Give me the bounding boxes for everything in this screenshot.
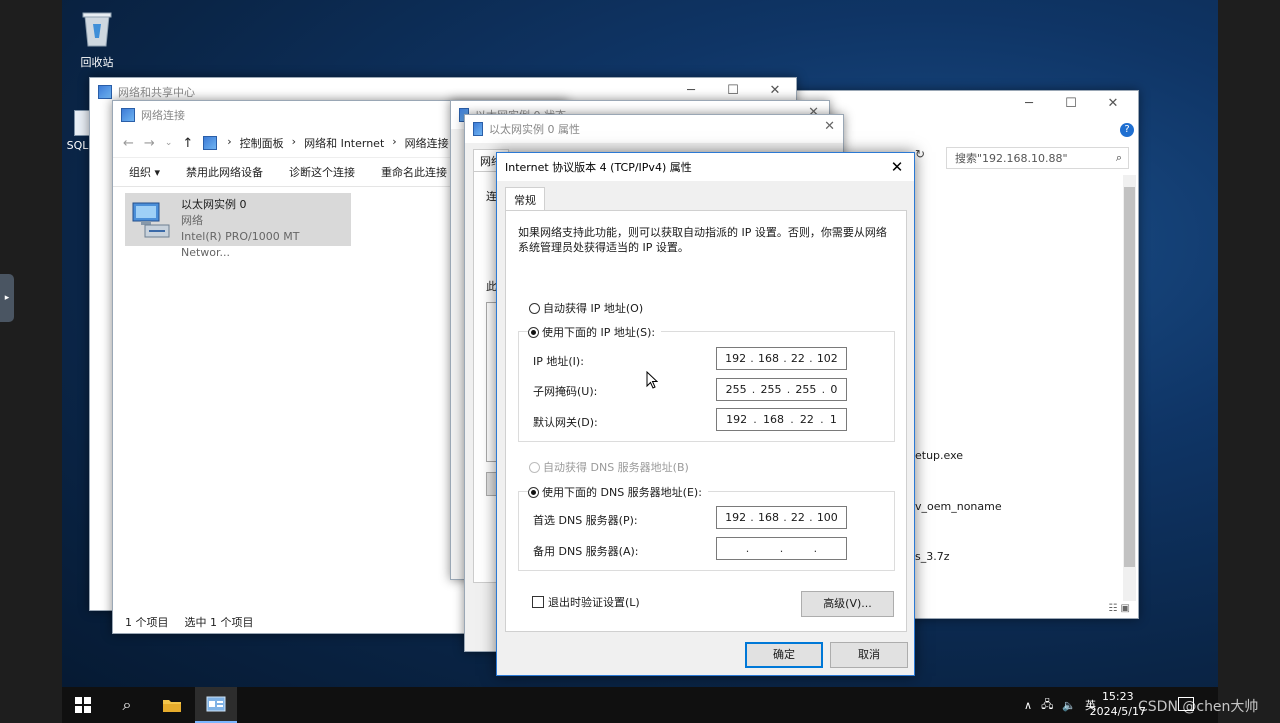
recycle-bin-icon [62,8,132,51]
close-icon[interactable]: ✕ [886,156,908,178]
ethernet-icon [473,122,483,136]
search-icon: ⌕ [1115,151,1122,164]
network-status-icon[interactable]: 🖧 [1041,696,1053,715]
manual-ip-label: 使用下面的 IP 地址(S): [542,326,656,339]
window-title: 网络连接 [141,109,185,122]
file-item[interactable]: s_3.7z [915,550,950,563]
rename-button[interactable]: 重命名此连接 [381,164,447,180]
checkbox-unchecked-icon [532,596,544,608]
ipv4-properties-dialog[interactable]: Internet 协议版本 4 (TCP/IPv4) 属性 ✕ 常规 如果网络支… [496,152,915,676]
mouse-cursor-icon [646,370,659,392]
ok-button[interactable]: 确定 [745,642,823,668]
minimize-icon[interactable]: ─ [1008,91,1050,117]
ip-address-field[interactable]: 192. 168. 22. 102 [716,347,847,370]
advanced-button[interactable]: 高级(V)... [801,591,894,617]
breadcrumb: › 控制面板 › 网络和 Internet › 网络连接 [227,135,449,151]
system-tray: ∧ 🖧 🔈 英 [1024,687,1096,723]
dialog-title: Internet 协议版本 4 (TCP/IPv4) 属性 [505,161,692,174]
left-letterbox [0,0,62,723]
network-adapter-icon [129,197,173,241]
subnet-mask-field[interactable]: 255. 255. 255. 0 [716,378,847,401]
breadcrumb-network-connections[interactable]: 网络连接 [405,135,449,151]
chevron-up-icon[interactable]: ∧ [1024,699,1032,712]
validate-label: 退出时验证设置(L) [548,596,640,609]
side-panel-tab[interactable]: ▸ [0,274,14,322]
general-panel: 如果网络支持此功能，则可以获取自动指派的 IP 设置。否则，你需要从网络系统管理… [505,210,907,632]
ip-address-label: IP 地址(I): [533,355,584,368]
scrollbar[interactable] [1123,175,1136,601]
folder-icon [163,700,181,712]
alternate-dns-field[interactable]: ... [716,537,847,560]
help-icon[interactable]: ? [1120,123,1134,137]
watermark-text: CSDN @chen大帅 [1138,699,1259,715]
breadcrumb-control-panel[interactable]: 控制面板 [240,135,284,151]
file-explorer-taskbar-button[interactable] [151,687,193,723]
view-toggle-icon[interactable]: ☷ ▣ [1108,603,1130,614]
cancel-button[interactable]: 取消 [830,642,908,668]
item-count: 1 个项目 [125,616,169,629]
close-icon[interactable]: ✕ [1092,91,1134,117]
radio-unselected-icon [529,302,540,314]
disable-device-button[interactable]: 禁用此网络设备 [186,164,263,180]
forward-arrow-icon[interactable]: → [144,136,155,151]
up-arrow-icon[interactable]: ↑ [182,136,193,151]
taskbar: ⌕ ∧ 🖧 🔈 英 15:23 2024/5/17 [62,687,1218,723]
file-item[interactable]: v_oem_noname [915,500,1002,513]
adapter-name: 以太网实例 0 [181,198,247,211]
auto-dns-radio[interactable]: 自动获得 DNS 服务器地址(B) [529,459,689,475]
description-text: 如果网络支持此功能，则可以获取自动指派的 IP 设置。否则，你需要从网络系统管理… [518,226,887,254]
chevron-down-icon[interactable]: ⌄ [165,138,173,148]
manual-dns-label: 使用下面的 DNS 服务器地址(E): [542,486,702,499]
gateway-field[interactable]: 192. 168. 22. 1 [716,408,847,431]
gateway-label: 默认网关(D): [533,416,598,429]
alternate-dns-label: 备用 DNS 服务器(A): [533,545,639,558]
subnet-mask-label: 子网掩码(U): [533,385,598,398]
windows-logo-icon [75,697,91,713]
network-connections-icon [121,108,135,122]
network-window-icon [206,696,226,712]
network-adapter-item[interactable]: 以太网实例 0 网络 Intel(R) PRO/1000 MT Networ..… [125,193,351,259]
auto-dns-label: 自动获得 DNS 服务器地址(B) [543,461,689,474]
desktop-icon-recycle-bin[interactable]: 回收站 [62,8,132,70]
preferred-dns-field[interactable]: 192. 168. 22. 100 [716,506,847,529]
radio-disabled-icon [529,461,540,473]
search-button[interactable]: ⌕ [106,687,148,723]
network-center-icon [98,85,112,99]
manual-dns-radio[interactable]: 使用下面的 DNS 服务器地址(E): [528,484,708,500]
diagnose-button[interactable]: 诊断这个连接 [289,164,355,180]
validate-checkbox[interactable]: 退出时验证设置(L) [532,594,640,610]
control-panel-icon [203,136,218,150]
search-input[interactable]: 搜索"192.168.10.88" ⌕ [946,147,1129,169]
start-button[interactable] [62,687,104,723]
selected-count: 选中 1 个项目 [184,616,254,629]
manual-ip-radio[interactable]: 使用下面的 IP 地址(S): [528,324,662,340]
window-title: 以太网实例 0 属性 [489,123,580,136]
control-panel-taskbar-button[interactable] [195,687,237,723]
back-arrow-icon[interactable]: ← [123,136,134,151]
refresh-icon[interactable]: ↻ [915,147,925,161]
breadcrumb-network-internet[interactable]: 网络和 Internet [304,135,384,151]
window-title: 网络和共享中心 [118,86,195,99]
file-item[interactable]: etup.exe [915,449,963,462]
search-placeholder: 搜索"192.168.10.88" [955,152,1068,165]
right-letterbox [1218,0,1280,723]
preferred-dns-label: 首选 DNS 服务器(P): [533,514,638,527]
close-icon[interactable]: ✕ [824,119,835,134]
organize-button[interactable]: 组织 ▾ [129,164,160,180]
maximize-icon[interactable]: ☐ [1050,91,1092,117]
auto-ip-label: 自动获得 IP 地址(O) [543,302,644,315]
auto-ip-radio[interactable]: 自动获得 IP 地址(O) [529,300,643,316]
radio-selected-icon [528,486,539,498]
search-icon: ⌕ [122,695,132,714]
desktop-icon-label: 回收站 [80,56,114,69]
volume-muted-icon[interactable]: 🔈 [1062,699,1076,712]
adapter-type: 网络 [181,214,203,227]
radio-selected-icon [528,326,539,338]
adapter-description: Intel(R) PRO/1000 MT Networ... [181,230,300,259]
